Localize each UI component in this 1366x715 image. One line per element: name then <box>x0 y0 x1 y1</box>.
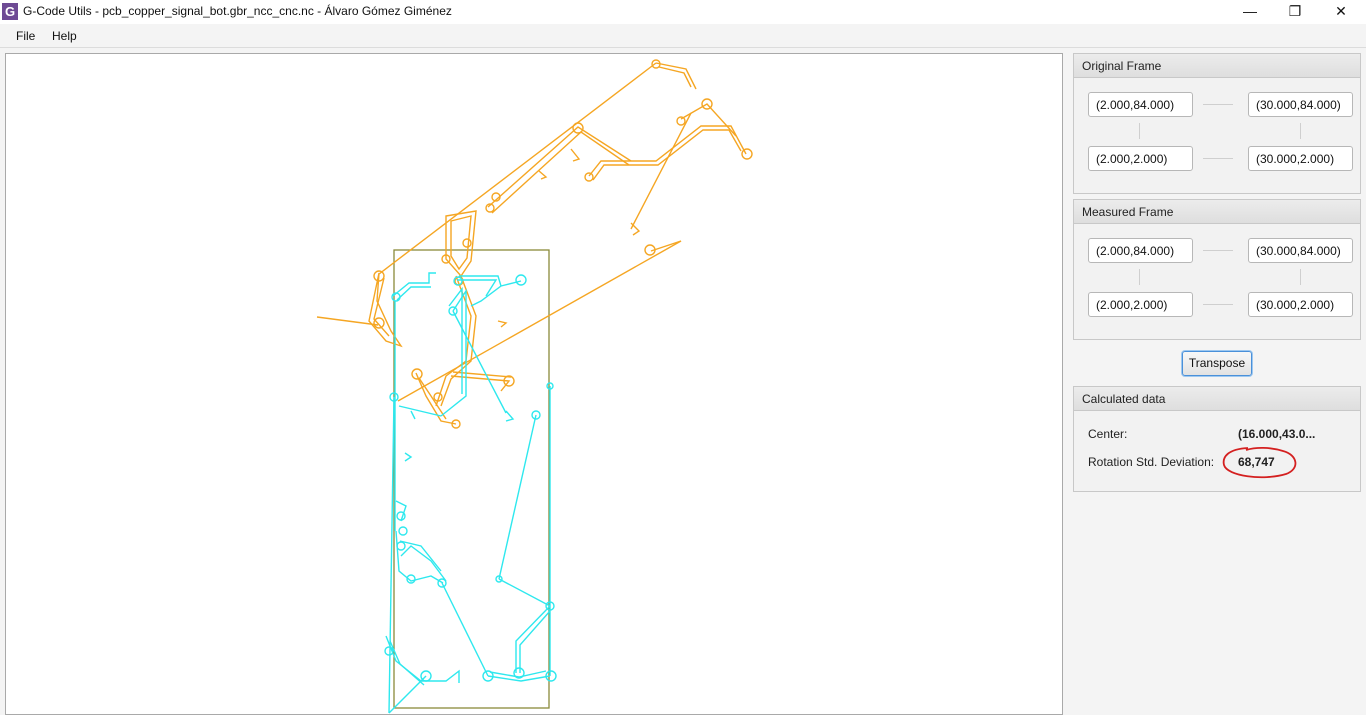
measured-frame-panel: Measured Frame <box>1073 199 1361 340</box>
divider <box>1203 250 1233 251</box>
divider <box>1139 269 1140 285</box>
measured-top-right-field[interactable]: (30.000,84.000) <box>1248 238 1353 263</box>
divider <box>1139 123 1140 139</box>
original-frame-panel: Original Frame <box>1073 53 1361 194</box>
rotation-std-deviation-label: Rotation Std. Deviation: <box>1088 455 1215 469</box>
minimize-button[interactable]: — <box>1227 0 1273 24</box>
measured-top-left-field[interactable]: (2.000,84.000) <box>1088 238 1193 263</box>
transpose-button[interactable]: Transpose <box>1182 351 1252 376</box>
measured-bottom-right-field[interactable]: (30.000,2.000) <box>1248 292 1353 317</box>
red-annotation-circle <box>1222 446 1297 479</box>
center-value: (16.000,43.0... <box>1238 427 1316 441</box>
divider <box>1203 158 1233 159</box>
original-bottom-left-field[interactable]: (2.000,2.000) <box>1088 146 1193 171</box>
divider <box>1300 269 1301 285</box>
divider <box>1300 123 1301 139</box>
menu-bar: File Help <box>0 24 1366 48</box>
measured-frame-title: Measured Frame <box>1074 200 1360 224</box>
gcode-canvas[interactable] <box>5 53 1063 715</box>
title-bar: G G-Code Utils - pcb_copper_signal_bot.g… <box>0 0 1366 24</box>
window-title: G-Code Utils - pcb_copper_signal_bot.gbr… <box>23 4 452 18</box>
transformed-toolpath <box>384 272 557 714</box>
calculated-data-title: Calculated data <box>1074 387 1360 411</box>
menu-help[interactable]: Help <box>52 29 77 43</box>
original-bottom-right-field[interactable]: (30.000,2.000) <box>1248 146 1353 171</box>
original-top-right-field[interactable]: (30.000,84.000) <box>1248 92 1353 117</box>
app-icon: G <box>2 3 18 20</box>
measured-bottom-left-field[interactable]: (2.000,2.000) <box>1088 292 1193 317</box>
divider <box>1203 304 1233 305</box>
restore-button[interactable]: ❐ <box>1272 0 1318 24</box>
menu-file[interactable]: File <box>16 29 35 43</box>
center-label: Center: <box>1088 427 1128 441</box>
original-frame-title: Original Frame <box>1074 54 1360 78</box>
close-button[interactable]: ✕ <box>1318 0 1364 24</box>
original-top-left-field[interactable]: (2.000,84.000) <box>1088 92 1193 117</box>
gcode-drawing <box>316 59 753 714</box>
divider <box>1203 104 1233 105</box>
original-toolpath <box>316 59 753 429</box>
